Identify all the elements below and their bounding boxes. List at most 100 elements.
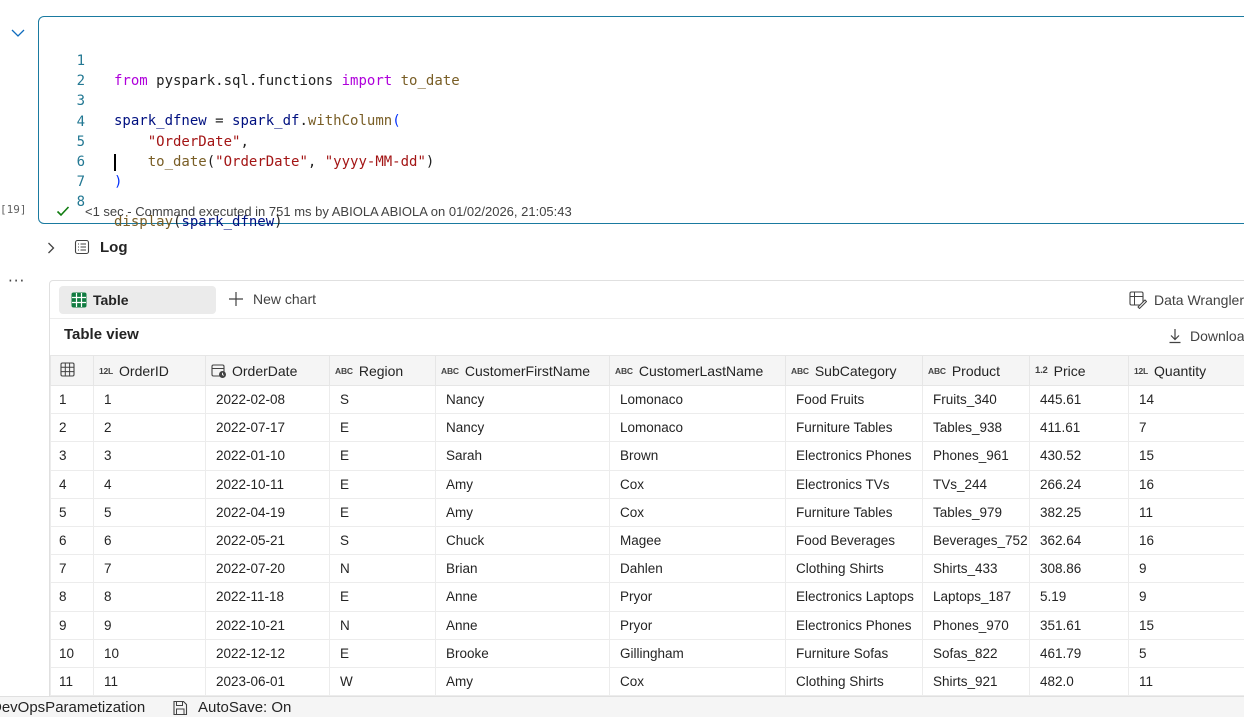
table-cell[interactable]: 461.79	[1029, 638, 1129, 668]
table-row[interactable]: 4 4 2022-10-11 E Amy Cox Electronics TVs TVs_24…	[50, 469, 1244, 499]
table-row[interactable]: 10 10 2022-12-12 E Brooke Gillingham Furniture…	[50, 638, 1244, 668]
table-cell[interactable]: 351.61	[1029, 610, 1129, 640]
table-cell[interactable]: 8	[93, 582, 206, 612]
table-cell[interactable]: Phones_961	[922, 441, 1030, 471]
table-cell[interactable]: Clothing Shirts	[785, 554, 923, 584]
table-cell[interactable]: 6	[93, 525, 206, 556]
table-cell[interactable]: Furniture Tables	[785, 413, 923, 443]
table-cell[interactable]: 308.86	[1029, 554, 1129, 584]
table-cell[interactable]: Brooke	[435, 638, 610, 668]
table-cell[interactable]: 2022-12-12	[205, 638, 330, 668]
table-cell[interactable]: Fruits_340	[922, 384, 1030, 415]
row-index-cell[interactable]: 6	[50, 525, 94, 556]
table-cell[interactable]: 11	[93, 666, 206, 697]
table-cell[interactable]: 2022-10-21	[205, 610, 330, 640]
table-cell[interactable]: 2022-11-18	[205, 582, 330, 612]
row-index-cell[interactable]: 2	[50, 413, 94, 443]
column-header-product[interactable]: ABC Product	[922, 355, 1030, 386]
table-cell[interactable]: 382.25	[1029, 497, 1129, 527]
column-header-quantity[interactable]: 12L Quantity	[1128, 355, 1244, 386]
code-editor[interactable]: 1 from pyspark.sql.functions import to_d…	[39, 31, 1244, 230]
table-cell[interactable]: Chuck	[435, 525, 610, 556]
table-cell[interactable]: 266.24	[1029, 469, 1129, 499]
column-header-region[interactable]: ABC Region	[329, 355, 436, 386]
table-cell[interactable]: Dahlen	[609, 554, 786, 584]
table-cell[interactable]: Brown	[609, 441, 786, 471]
table-cell[interactable]: 3	[93, 441, 206, 471]
table-cell[interactable]: Shirts_433	[922, 554, 1030, 584]
table-row[interactable]: 2 2 2022-07-17 E Nancy Lomonaco Furniture Tabl…	[50, 413, 1244, 443]
table-cell[interactable]: E	[329, 469, 436, 499]
table-cell[interactable]: Shirts_921	[922, 666, 1030, 697]
notebook-name[interactable]: DevOpsParametization	[0, 699, 145, 716]
table-cell[interactable]: Pryor	[609, 582, 786, 612]
row-index-cell[interactable]: 5	[50, 497, 94, 527]
table-row[interactable]: 9 9 2022-10-21 N Anne Pryor Electronics Phones…	[50, 610, 1244, 640]
table-cell[interactable]: Electronics Phones	[785, 441, 923, 471]
table-cell[interactable]: 15	[1128, 441, 1244, 471]
table-cell[interactable]: Electronics TVs	[785, 469, 923, 499]
table-cell[interactable]: Gillingham	[609, 638, 786, 668]
table-cell[interactable]: N	[329, 610, 436, 640]
table-cell[interactable]: 7	[1128, 413, 1244, 443]
table-cell[interactable]: Amy	[435, 497, 610, 527]
table-cell[interactable]: 10	[93, 638, 206, 668]
table-cell[interactable]: E	[329, 413, 436, 443]
table-row[interactable]: 3 3 2022-01-10 E Sarah Brown Electronics Phone…	[50, 441, 1244, 471]
table-cell[interactable]: 14	[1128, 384, 1244, 415]
table-row[interactable]: 8 8 2022-11-18 E Anne Pryor Electronics Laptop…	[50, 582, 1244, 612]
table-cell[interactable]: S	[329, 525, 436, 556]
table-row[interactable]: 7 7 2022-07-20 N Brian Dahlen Clothing Shirts S…	[50, 554, 1244, 584]
download-button[interactable]: Download	[1168, 328, 1244, 344]
table-cell[interactable]: 2	[93, 413, 206, 443]
table-cell[interactable]: Pryor	[609, 610, 786, 640]
table-cell[interactable]: 2022-04-19	[205, 497, 330, 527]
table-cell[interactable]: S	[329, 384, 436, 415]
row-index-cell[interactable]: 4	[50, 469, 94, 499]
collapse-cell-chevron-icon[interactable]	[8, 24, 28, 42]
column-header-price[interactable]: 1.2 Price	[1029, 355, 1129, 386]
table-cell[interactable]: 9	[1128, 582, 1244, 612]
table-cell[interactable]: Anne	[435, 610, 610, 640]
table-cell[interactable]: 5.19	[1029, 582, 1129, 612]
row-index-cell[interactable]: 10	[50, 638, 94, 668]
table-cell[interactable]: Cox	[609, 497, 786, 527]
table-cell[interactable]: 411.61	[1029, 413, 1129, 443]
table-cell[interactable]: 4	[93, 469, 206, 499]
log-toggle[interactable]: Log	[44, 236, 128, 258]
table-cell[interactable]: Sofas_822	[922, 638, 1030, 668]
table-cell[interactable]: 2022-05-21	[205, 525, 330, 556]
table-cell[interactable]: 2022-01-10	[205, 441, 330, 471]
table-cell[interactable]: Laptops_187	[922, 582, 1030, 612]
table-cell[interactable]: Anne	[435, 582, 610, 612]
row-index-cell[interactable]: 1	[50, 384, 94, 415]
row-index-cell[interactable]: 3	[50, 441, 94, 471]
autosave-toggle[interactable]: AutoSave: On	[172, 699, 291, 716]
select-all-corner[interactable]	[50, 355, 94, 386]
table-cell[interactable]: 482.0	[1029, 666, 1129, 697]
table-cell[interactable]: Sarah	[435, 441, 610, 471]
table-cell[interactable]: Amy	[435, 469, 610, 499]
table-cell[interactable]: Cox	[609, 469, 786, 499]
table-cell[interactable]: Food Beverages	[785, 525, 923, 556]
table-cell[interactable]: 2022-07-20	[205, 554, 330, 584]
table-cell[interactable]: Brian	[435, 554, 610, 584]
table-cell[interactable]: Lomonaco	[609, 413, 786, 443]
table-cell[interactable]: Tables_979	[922, 497, 1030, 527]
table-cell[interactable]: E	[329, 582, 436, 612]
table-cell[interactable]: 16	[1128, 469, 1244, 499]
table-cell[interactable]: 445.61	[1029, 384, 1129, 415]
table-row[interactable]: 1 1 2022-02-08 S Nancy Lomonaco Food Fruits Fru…	[50, 384, 1244, 415]
table-cell[interactable]: 362.64	[1029, 525, 1129, 556]
code-cell[interactable]: 1 from pyspark.sql.functions import to_d…	[38, 16, 1244, 230]
table-cell[interactable]: Tables_938	[922, 413, 1030, 443]
table-cell[interactable]: 5	[93, 497, 206, 527]
table-cell[interactable]: 7	[93, 554, 206, 584]
table-cell[interactable]: Food Fruits	[785, 384, 923, 415]
column-header-customerfirstname[interactable]: ABC CustomerFirstName	[435, 355, 610, 386]
table-cell[interactable]: 11	[1128, 666, 1244, 697]
table-cell[interactable]: E	[329, 638, 436, 668]
table-cell[interactable]: Clothing Shirts	[785, 666, 923, 697]
column-header-orderdate[interactable]: OrderDate	[205, 355, 330, 386]
new-chart-button[interactable]: New chart	[228, 291, 316, 307]
